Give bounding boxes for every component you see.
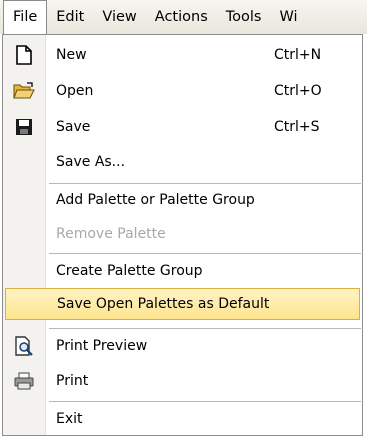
menu-file[interactable]: File [3, 0, 48, 34]
menu-item-save-as[interactable]: Save As... [3, 147, 362, 177]
floppy-disk-icon [3, 113, 45, 141]
menu-view[interactable]: View [93, 0, 145, 34]
menu-separator [49, 401, 361, 402]
menu-item-create-palette-group[interactable]: Create Palette Group [3, 256, 362, 286]
menu-edit[interactable]: Edit [47, 0, 93, 34]
menu-separator [49, 328, 361, 329]
menu-item-remove-palette: Remove Palette [3, 219, 362, 249]
menu-separator [49, 183, 361, 184]
menu-item-print-preview[interactable]: Print Preview [3, 332, 362, 360]
print-preview-icon [3, 332, 45, 360]
menu-item-new[interactable]: New Ctrl+N [3, 41, 362, 69]
menu-item-label: Add Palette or Palette Group [56, 192, 255, 208]
shortcut-label: Ctrl+N [274, 47, 322, 63]
menu-window[interactable]: Wi [270, 0, 306, 34]
menu-item-save[interactable]: Save Ctrl+S [3, 113, 362, 141]
menu-separator [49, 253, 361, 254]
menu-item-label: Exit [56, 411, 83, 427]
file-menu-dropdown: New Ctrl+N Open Ctrl+O Save Ctrl+S Save … [2, 34, 363, 436]
menu-item-label: Save As... [56, 154, 126, 170]
menu-item-label: Print Preview [56, 338, 148, 354]
menu-tools[interactable]: Tools [217, 0, 271, 34]
menu-item-label: Create Palette Group [56, 263, 203, 279]
menu-item-label: Remove Palette [56, 226, 166, 242]
menu-item-label: Save Open Palettes as Default [57, 296, 270, 312]
menu-item-label: Open [56, 83, 94, 99]
menu-actions[interactable]: Actions [146, 0, 217, 34]
menu-item-label: New [56, 47, 87, 63]
menu-item-label: Print [56, 373, 89, 389]
menu-bar: File Edit View Actions Tools Wi [0, 0, 367, 34]
shortcut-label: Ctrl+O [274, 83, 322, 99]
printer-icon [3, 367, 45, 395]
menu-item-save-open-palettes-default[interactable]: Save Open Palettes as Default [5, 288, 360, 320]
menu-item-print[interactable]: Print [3, 367, 362, 395]
new-document-icon [3, 41, 45, 69]
menu-item-exit[interactable]: Exit [3, 404, 362, 434]
menu-item-open[interactable]: Open Ctrl+O [3, 77, 362, 105]
menu-item-label: Save [56, 119, 91, 135]
shortcut-label: Ctrl+S [274, 119, 320, 135]
menu-item-add-palette[interactable]: Add Palette or Palette Group [3, 185, 362, 215]
open-folder-icon [3, 77, 45, 105]
